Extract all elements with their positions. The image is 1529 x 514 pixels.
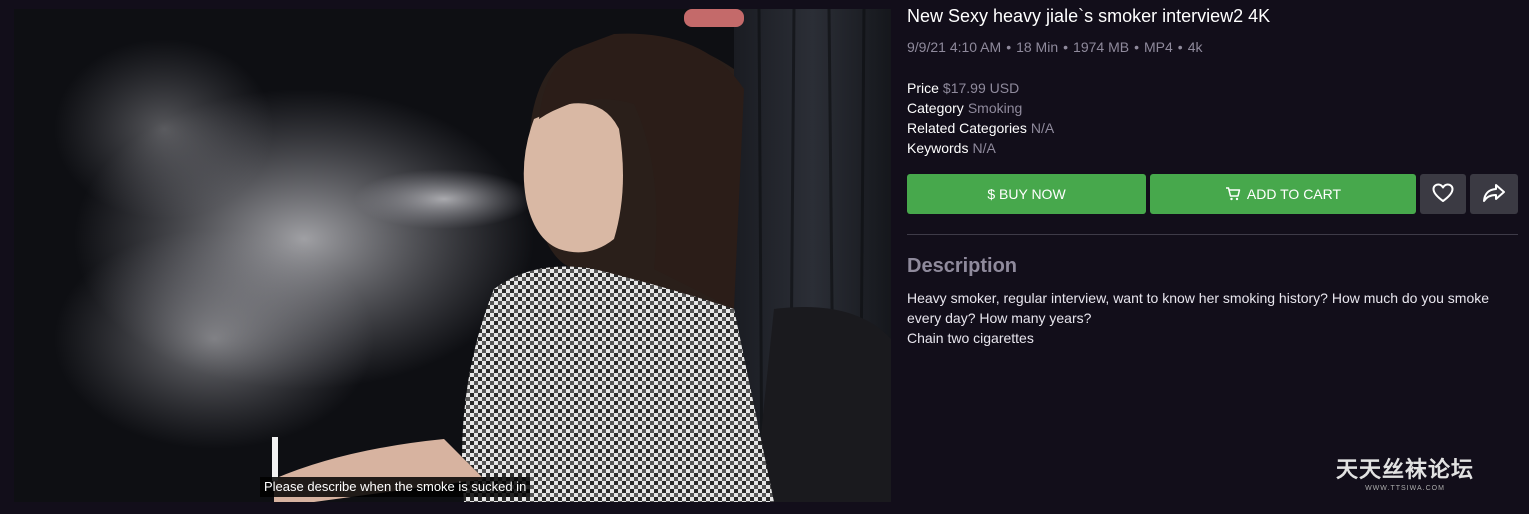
buy-now-label: $ BUY NOW — [987, 186, 1066, 202]
preview-illustration — [14, 9, 891, 502]
heart-icon — [1432, 183, 1454, 206]
product-title: New Sexy heavy jiale`s smoker interview2… — [907, 6, 1271, 26]
watermark-text: 天天丝袜论坛 — [1336, 457, 1475, 483]
meta-separator: • — [1134, 39, 1139, 55]
keywords-value: N/A — [972, 140, 996, 156]
price-value: $17.99 USD — [942, 80, 1020, 96]
add-to-cart-label: ADD TO CART — [1246, 186, 1342, 202]
description-line: Chain two cigarettes — [907, 330, 1034, 346]
favorite-button[interactable] — [1420, 174, 1466, 214]
add-to-cart-button[interactable]: ADD TO CART — [1150, 174, 1416, 214]
cart-icon — [1225, 187, 1241, 201]
subtitle-caption: Please describe when the smoke is sucked… — [260, 477, 531, 497]
description-body: Heavy smoker, regular interview, want to… — [907, 288, 1507, 348]
price-label: Price — [907, 80, 939, 96]
related-categories-value: N/A — [1030, 120, 1055, 136]
section-divider — [907, 234, 1518, 235]
share-arrow-icon — [1482, 183, 1506, 206]
product-preview-image[interactable]: Please describe when the smoke is sucked… — [14, 9, 891, 502]
meta-quality: 4k — [1187, 39, 1203, 55]
meta-size: 1974 MB — [1073, 39, 1130, 55]
meta-format: MP4 — [1143, 39, 1173, 55]
related-categories-label: Related Categories — [907, 120, 1027, 136]
description-heading: Description — [907, 255, 1018, 277]
category-label: Category — [907, 100, 964, 116]
product-meta: 9/9/21 4:10 AM • 18 Min • 1974 MB • MP4 • 4k — [907, 39, 1202, 55]
category-row: Category Smoking — [907, 100, 1022, 116]
meta-duration: 18 Min — [1016, 39, 1059, 55]
meta-date: 9/9/21 4:10 AM — [907, 39, 1002, 55]
meta-separator: • — [1177, 39, 1183, 55]
related-categories-row: Related Categories N/A — [907, 120, 1054, 136]
meta-separator: • — [1063, 39, 1069, 55]
price-row: Price $17.99 USD — [907, 80, 1019, 96]
category-link[interactable]: Smoking — [968, 100, 1022, 116]
meta-separator: • — [1006, 39, 1012, 55]
watermark-url: WWW.TTSIWA.COM — [1365, 485, 1445, 492]
keywords-label: Keywords — [907, 140, 969, 156]
watermark: 天天丝袜论坛 WWW.TTSIWA.COM — [1336, 452, 1474, 492]
buy-now-button[interactable]: $ BUY NOW — [907, 174, 1146, 214]
share-button[interactable] — [1470, 174, 1518, 214]
keywords-row: Keywords N/A — [907, 140, 996, 156]
description-line: Heavy smoker, regular interview, want to… — [907, 290, 1490, 326]
